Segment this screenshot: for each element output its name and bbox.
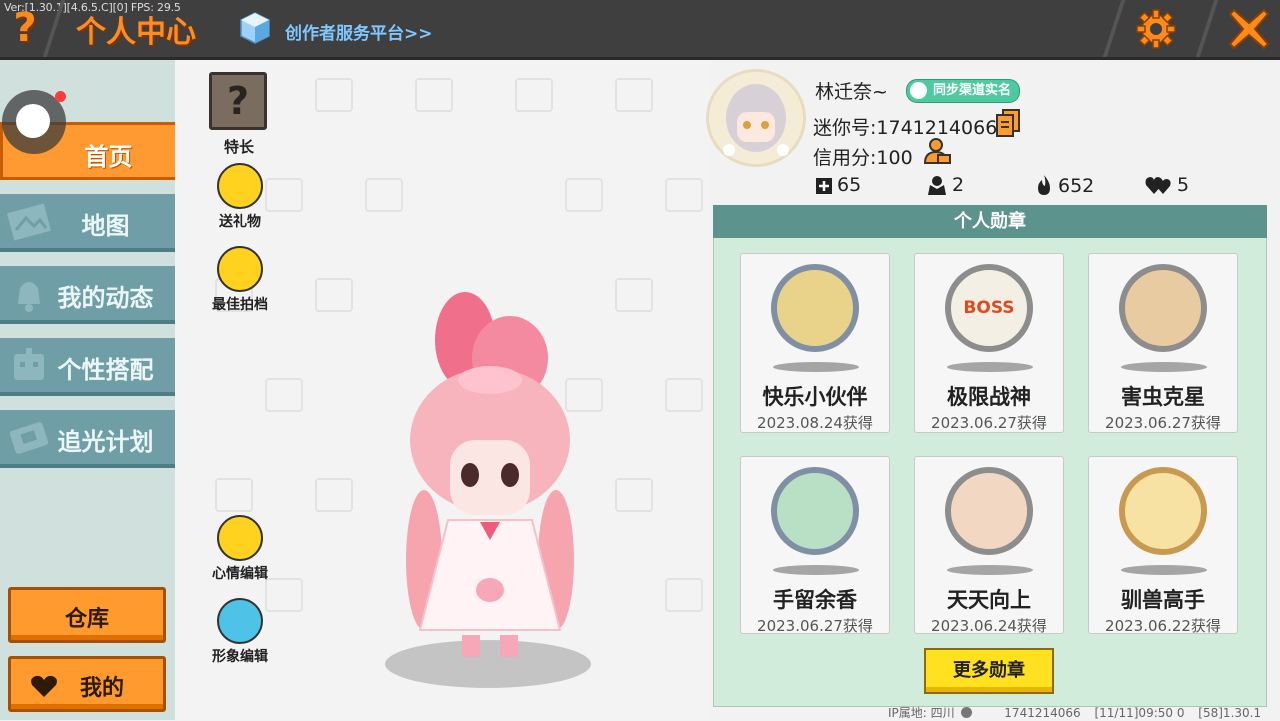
- warehouse-label: 仓库: [64, 607, 109, 632]
- ip-location: IP属地: 四川: [888, 706, 955, 720]
- medal-date: 2023.06.24获得: [931, 617, 1047, 635]
- sidebar-item-feed[interactable]: 我的动态: [0, 266, 175, 324]
- talent-label: 特长: [223, 138, 254, 156]
- hearts-icon: [1145, 177, 1171, 194]
- nickname: 林迁奈~: [815, 81, 888, 103]
- footer-version: [58]1.30.1: [1198, 706, 1262, 720]
- send-gift-label: 送礼物: [219, 214, 261, 230]
- sidebar-item-label: 我的动态: [57, 284, 154, 312]
- mood-edit-label: 心情编辑: [212, 566, 268, 582]
- send-gift-button[interactable]: 送礼物: [200, 163, 280, 231]
- likes-stat: 65: [815, 174, 861, 196]
- fans-icon: [928, 176, 946, 195]
- medal-date: 2023.06.27获得: [931, 414, 1047, 432]
- calendar-medal-icon: [945, 467, 1033, 555]
- bears-medal-icon: [771, 264, 859, 352]
- realname-verified-badge: 同步渠道实名: [906, 79, 1021, 103]
- medal-date: 2023.06.22获得: [1105, 617, 1221, 635]
- mood-edit-button[interactable]: 心情编辑: [200, 515, 280, 583]
- medal-name: 极限战神: [947, 385, 1031, 409]
- talent-icon[interactable]: ?: [209, 72, 267, 130]
- sidebar-item-outfit[interactable]: 个性搭配: [0, 338, 175, 396]
- likes-count: 65: [837, 174, 862, 196]
- footer-time: [11/11]09:50 0: [1094, 706, 1185, 720]
- boss-medal-icon: BOSS: [945, 264, 1033, 352]
- beast-medal-icon: [1119, 467, 1207, 555]
- medal-card[interactable]: 手留余香 2023.06.27获得: [740, 456, 890, 635]
- notification-dot: [55, 91, 66, 102]
- fans-stat: 2: [926, 174, 964, 196]
- settings-separator: [1102, 0, 1126, 57]
- mini-id: 迷你号:1741214066: [813, 117, 998, 139]
- mine-label: 我的: [79, 676, 124, 701]
- medal-name: 害虫克星: [1121, 385, 1205, 409]
- medal-date: 2023.06.27获得: [1105, 414, 1221, 432]
- plus-box-icon: [816, 178, 832, 194]
- popularity-stat: 652: [1034, 174, 1094, 197]
- handshake-icon: [217, 246, 263, 292]
- image-edit-button[interactable]: 形象编辑: [200, 598, 280, 666]
- bug-medal-icon: [1119, 264, 1207, 352]
- avatar-portrait: [723, 84, 789, 156]
- settings-gear-icon[interactable]: [1134, 8, 1178, 50]
- medal-name: 快乐小伙伴: [762, 385, 868, 409]
- realname-badge-label: 同步渠道实名: [933, 83, 1012, 98]
- cube-icon: [240, 12, 270, 44]
- verified-user-icon: [910, 82, 927, 99]
- footer-uid: 1741214066: [1004, 706, 1081, 720]
- profile-avatar[interactable]: [706, 69, 806, 167]
- close-separator: [1195, 0, 1219, 57]
- best-partner-button[interactable]: 最佳拍档: [200, 246, 280, 314]
- warehouse-button[interactable]: 仓库: [8, 587, 166, 643]
- mine-button[interactable]: 我的: [8, 656, 166, 712]
- favorites-count: 5: [1177, 174, 1190, 196]
- medal-card[interactable]: 驯兽高手 2023.06.22获得: [1088, 456, 1238, 635]
- edit-pencil-icon: [217, 515, 263, 561]
- medal-card[interactable]: 快乐小伙伴 2023.08.24获得: [740, 253, 890, 433]
- sidebar-item-label: 地图: [81, 212, 130, 240]
- medal-card[interactable]: BOSS 极限战神 2023.06.27获得: [914, 253, 1064, 433]
- medal-name: 驯兽高手: [1121, 588, 1205, 612]
- fans-count: 2: [952, 174, 965, 196]
- creator-platform-link[interactable]: 创作者服务平台>>: [285, 19, 433, 44]
- frog-medal-icon: [771, 467, 859, 555]
- sidebar: 首页 地图 我的动态 个性搭配 追光计划 仓库 我的: [0, 60, 175, 720]
- outfit-icon: [217, 598, 263, 644]
- favorites-stat: 5: [1145, 174, 1189, 196]
- close-icon[interactable]: [1226, 6, 1272, 52]
- help-button[interactable]: ?: [8, 8, 42, 48]
- page-title: 个人中心: [76, 15, 196, 50]
- top-bar: Ver:[1.30.1][4.6.5.C][0] FPS: 29.5 ? 个人中…: [0, 0, 1280, 60]
- gift-icon: [217, 163, 263, 209]
- medal-name: 手留余香: [773, 588, 857, 612]
- medal-date: 2023.08.24获得: [757, 414, 873, 432]
- medal-name: 天天向上: [947, 588, 1031, 612]
- flame-icon: [1038, 175, 1050, 195]
- credit-score: 信用分:100: [813, 147, 913, 169]
- sidebar-item-map[interactable]: 地图: [0, 194, 175, 252]
- medal-card[interactable]: 害虫克星 2023.06.27获得: [1088, 253, 1238, 433]
- character-avatar[interactable]: [370, 290, 610, 670]
- popularity-count: 652: [1058, 175, 1095, 197]
- sidebar-item-label: 个性搭配: [57, 356, 154, 384]
- footer-info: IP属地: 四川 1741214066 [11/11]09:50 0 [58]1…: [888, 704, 1261, 721]
- sidebar-item-chase-light[interactable]: 追光计划: [0, 410, 175, 468]
- medal-card[interactable]: 天天向上 2023.06.24获得: [914, 456, 1064, 635]
- image-edit-label: 形象编辑: [212, 649, 268, 665]
- medal-date: 2023.06.27获得: [757, 617, 873, 635]
- more-medals-button[interactable]: 更多勋章: [924, 648, 1054, 694]
- best-partner-label: 最佳拍档: [212, 297, 268, 313]
- credit-user-icon[interactable]: [924, 137, 952, 165]
- sidebar-item-label: 追光计划: [57, 428, 154, 456]
- copy-icon[interactable]: [996, 109, 1020, 137]
- medal-panel-header: 个人勋章: [713, 205, 1267, 238]
- info-icon[interactable]: [961, 707, 973, 718]
